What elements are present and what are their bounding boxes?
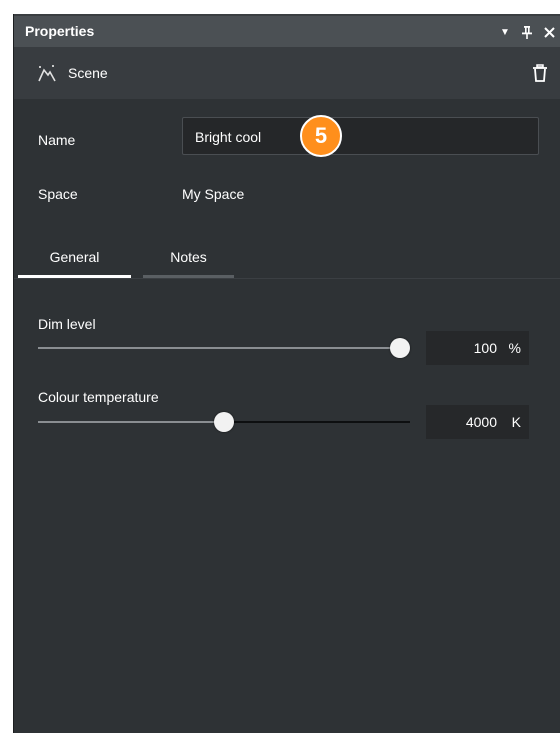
close-icon[interactable]: [538, 22, 560, 42]
top-strip: [13, 0, 560, 14]
panel-title: Properties: [25, 23, 95, 39]
dropdown-icon[interactable]: ▼: [494, 22, 516, 42]
pin-glyph: [522, 26, 532, 39]
colour-value: 4000: [465, 414, 497, 430]
titlebar-icons: ▼: [494, 22, 560, 42]
panel-titlebar: Properties ▼: [14, 14, 560, 47]
dim-level-slider[interactable]: [38, 338, 410, 358]
pin-icon[interactable]: [516, 22, 538, 42]
space-label: Space: [38, 186, 78, 202]
colour-temperature-slider[interactable]: [38, 412, 410, 432]
colour-slider-thumb[interactable]: [214, 412, 234, 432]
step-badge: 5: [300, 115, 342, 157]
scene-icon: [38, 65, 56, 82]
tab-notes-label: Notes: [170, 249, 207, 265]
dim-slider-thumb[interactable]: [390, 338, 410, 358]
tab-bar: General Notes: [14, 242, 560, 279]
scene-header: Scene: [14, 47, 560, 99]
space-value: My Space: [182, 186, 245, 202]
scene-label: Scene: [68, 65, 108, 81]
name-value: Bright cool: [195, 129, 262, 145]
tab-general-underline: [18, 275, 131, 278]
dim-value: 100: [473, 340, 497, 356]
tab-notes[interactable]: Notes: [143, 242, 234, 278]
dim-track-filled: [38, 347, 400, 349]
colour-value-box[interactable]: 4000 K: [426, 405, 529, 439]
name-label: Name: [38, 132, 76, 148]
tab-notes-underline: [143, 275, 234, 278]
dim-level-label: Dim level: [38, 316, 96, 332]
trash-icon[interactable]: [532, 64, 548, 82]
dim-unit: %: [508, 340, 521, 356]
close-glyph: [543, 26, 555, 38]
dim-value-box[interactable]: 100 %: [426, 331, 529, 365]
colour-track-filled: [38, 421, 224, 423]
tab-general-label: General: [49, 249, 100, 265]
colour-temperature-label: Colour temperature: [38, 389, 159, 405]
colour-unit: K: [511, 414, 521, 430]
properties-panel: Properties ▼ Scene Name Bright cool 5 Sp…: [13, 14, 560, 733]
name-input[interactable]: Bright cool: [182, 117, 539, 155]
colour-track-empty: [224, 421, 410, 423]
tab-general[interactable]: General: [18, 242, 131, 278]
